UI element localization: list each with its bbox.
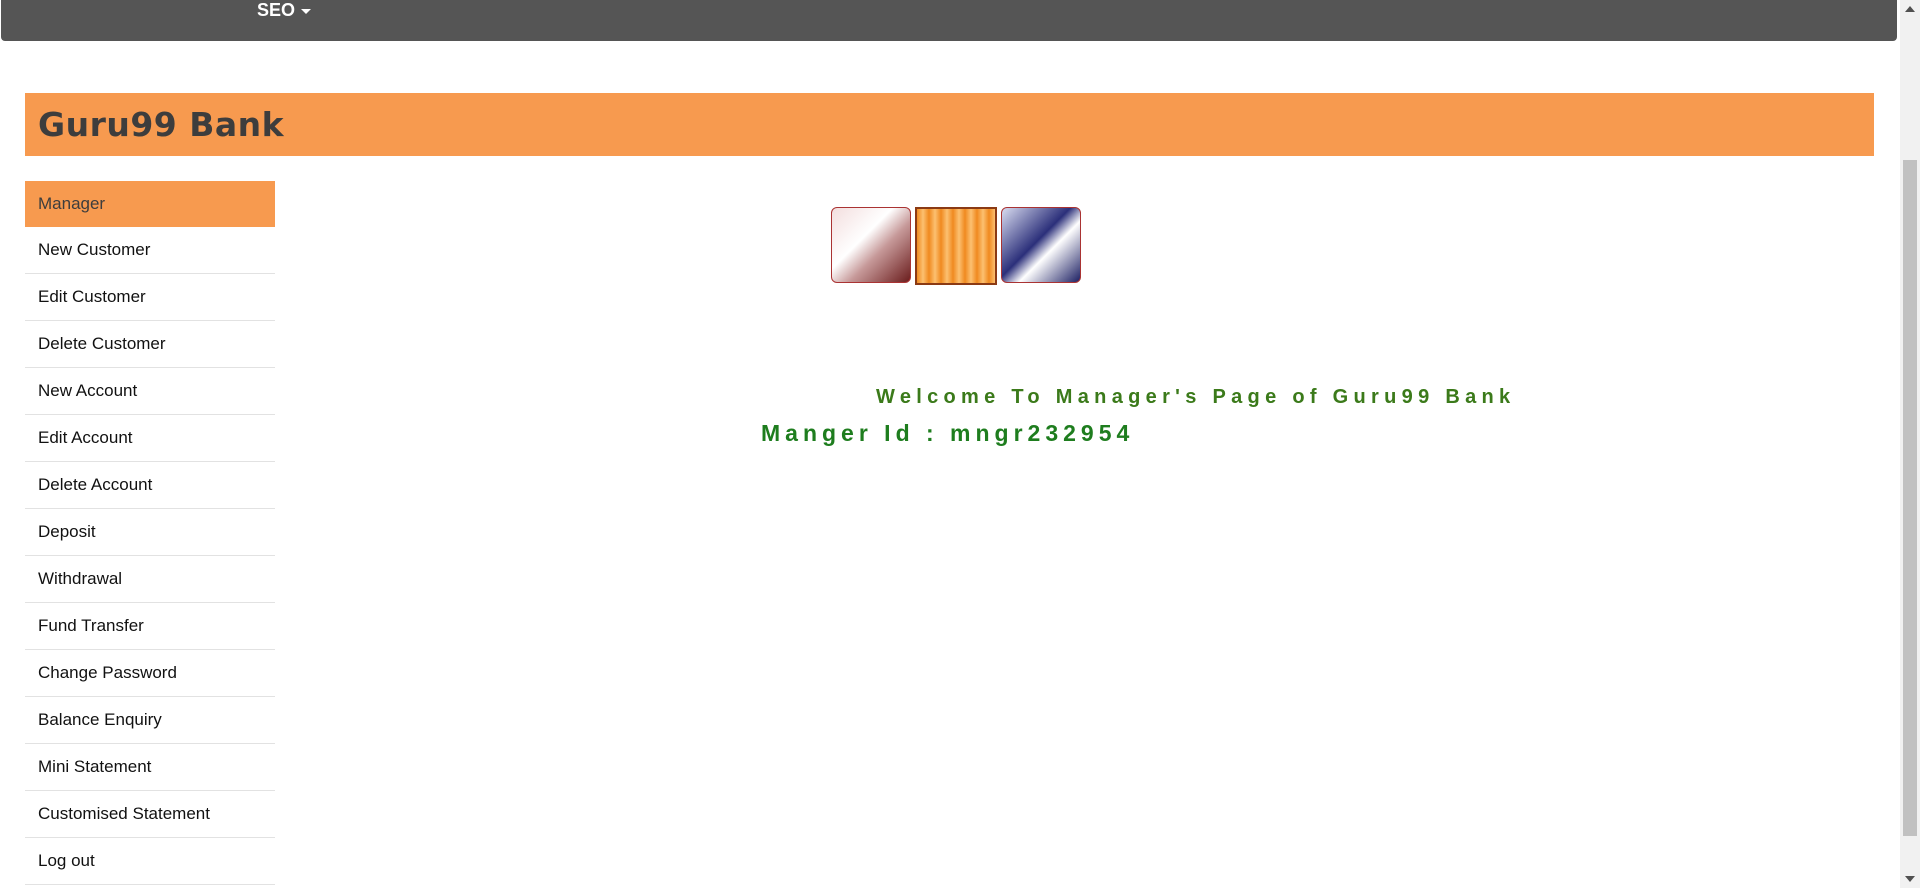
coins-photo [915,207,997,285]
scroll-thumb[interactable] [1903,160,1917,836]
sidebar-item-new-customer[interactable]: New Customer [25,227,275,274]
sidebar-item-log-out[interactable]: Log out [25,838,275,885]
sidebar-item-manager[interactable]: Manager [25,181,275,227]
sidebar-item-new-account[interactable]: New Account [25,368,275,415]
header-banner: Guru99 Bank [25,93,1874,156]
manager-id: Manger Id : mngr232954 [761,420,1135,446]
customer-photo [1001,207,1081,283]
sidebar-item-withdrawal[interactable]: Withdrawal [25,556,275,603]
scroll-up-icon[interactable] [1905,6,1915,12]
sidebar-item-balance-enquiry[interactable]: Balance Enquiry [25,697,275,744]
sidebar-item-deposit[interactable]: Deposit [25,509,275,556]
sidebar-menu: Manager New Customer Edit Customer Delet… [25,181,275,885]
welcome-message: Welcome To Manager's Page of Guru99 Bank [876,386,1516,408]
sidebar-item-edit-account[interactable]: Edit Account [25,415,275,462]
sidebar-item-edit-customer[interactable]: Edit Customer [25,274,275,321]
sidebar-item-customised-statement[interactable]: Customised Statement [25,791,275,838]
sidebar-item-fund-transfer[interactable]: Fund Transfer [25,603,275,650]
seo-dropdown-label: SEO [257,0,296,20]
sidebar-item-delete-customer[interactable]: Delete Customer [25,321,275,368]
top-navbar: SEO [1,0,1897,41]
scroll-down-icon[interactable] [1905,876,1915,882]
sidebar-item-mini-statement[interactable]: Mini Statement [25,744,275,791]
sidebar-item-change-password[interactable]: Change Password [25,650,275,697]
page: SEO Guru99 Bank Manager New Customer Edi… [0,0,1920,888]
bank-title: Guru99 Bank [38,105,285,144]
sidebar-item-delete-account[interactable]: Delete Account [25,462,275,509]
seo-dropdown[interactable]: SEO [257,0,312,20]
banker-photo [831,207,911,283]
caret-down-icon [301,8,312,14]
vertical-scrollbar[interactable] [1900,0,1920,888]
bank-images [831,207,1081,285]
